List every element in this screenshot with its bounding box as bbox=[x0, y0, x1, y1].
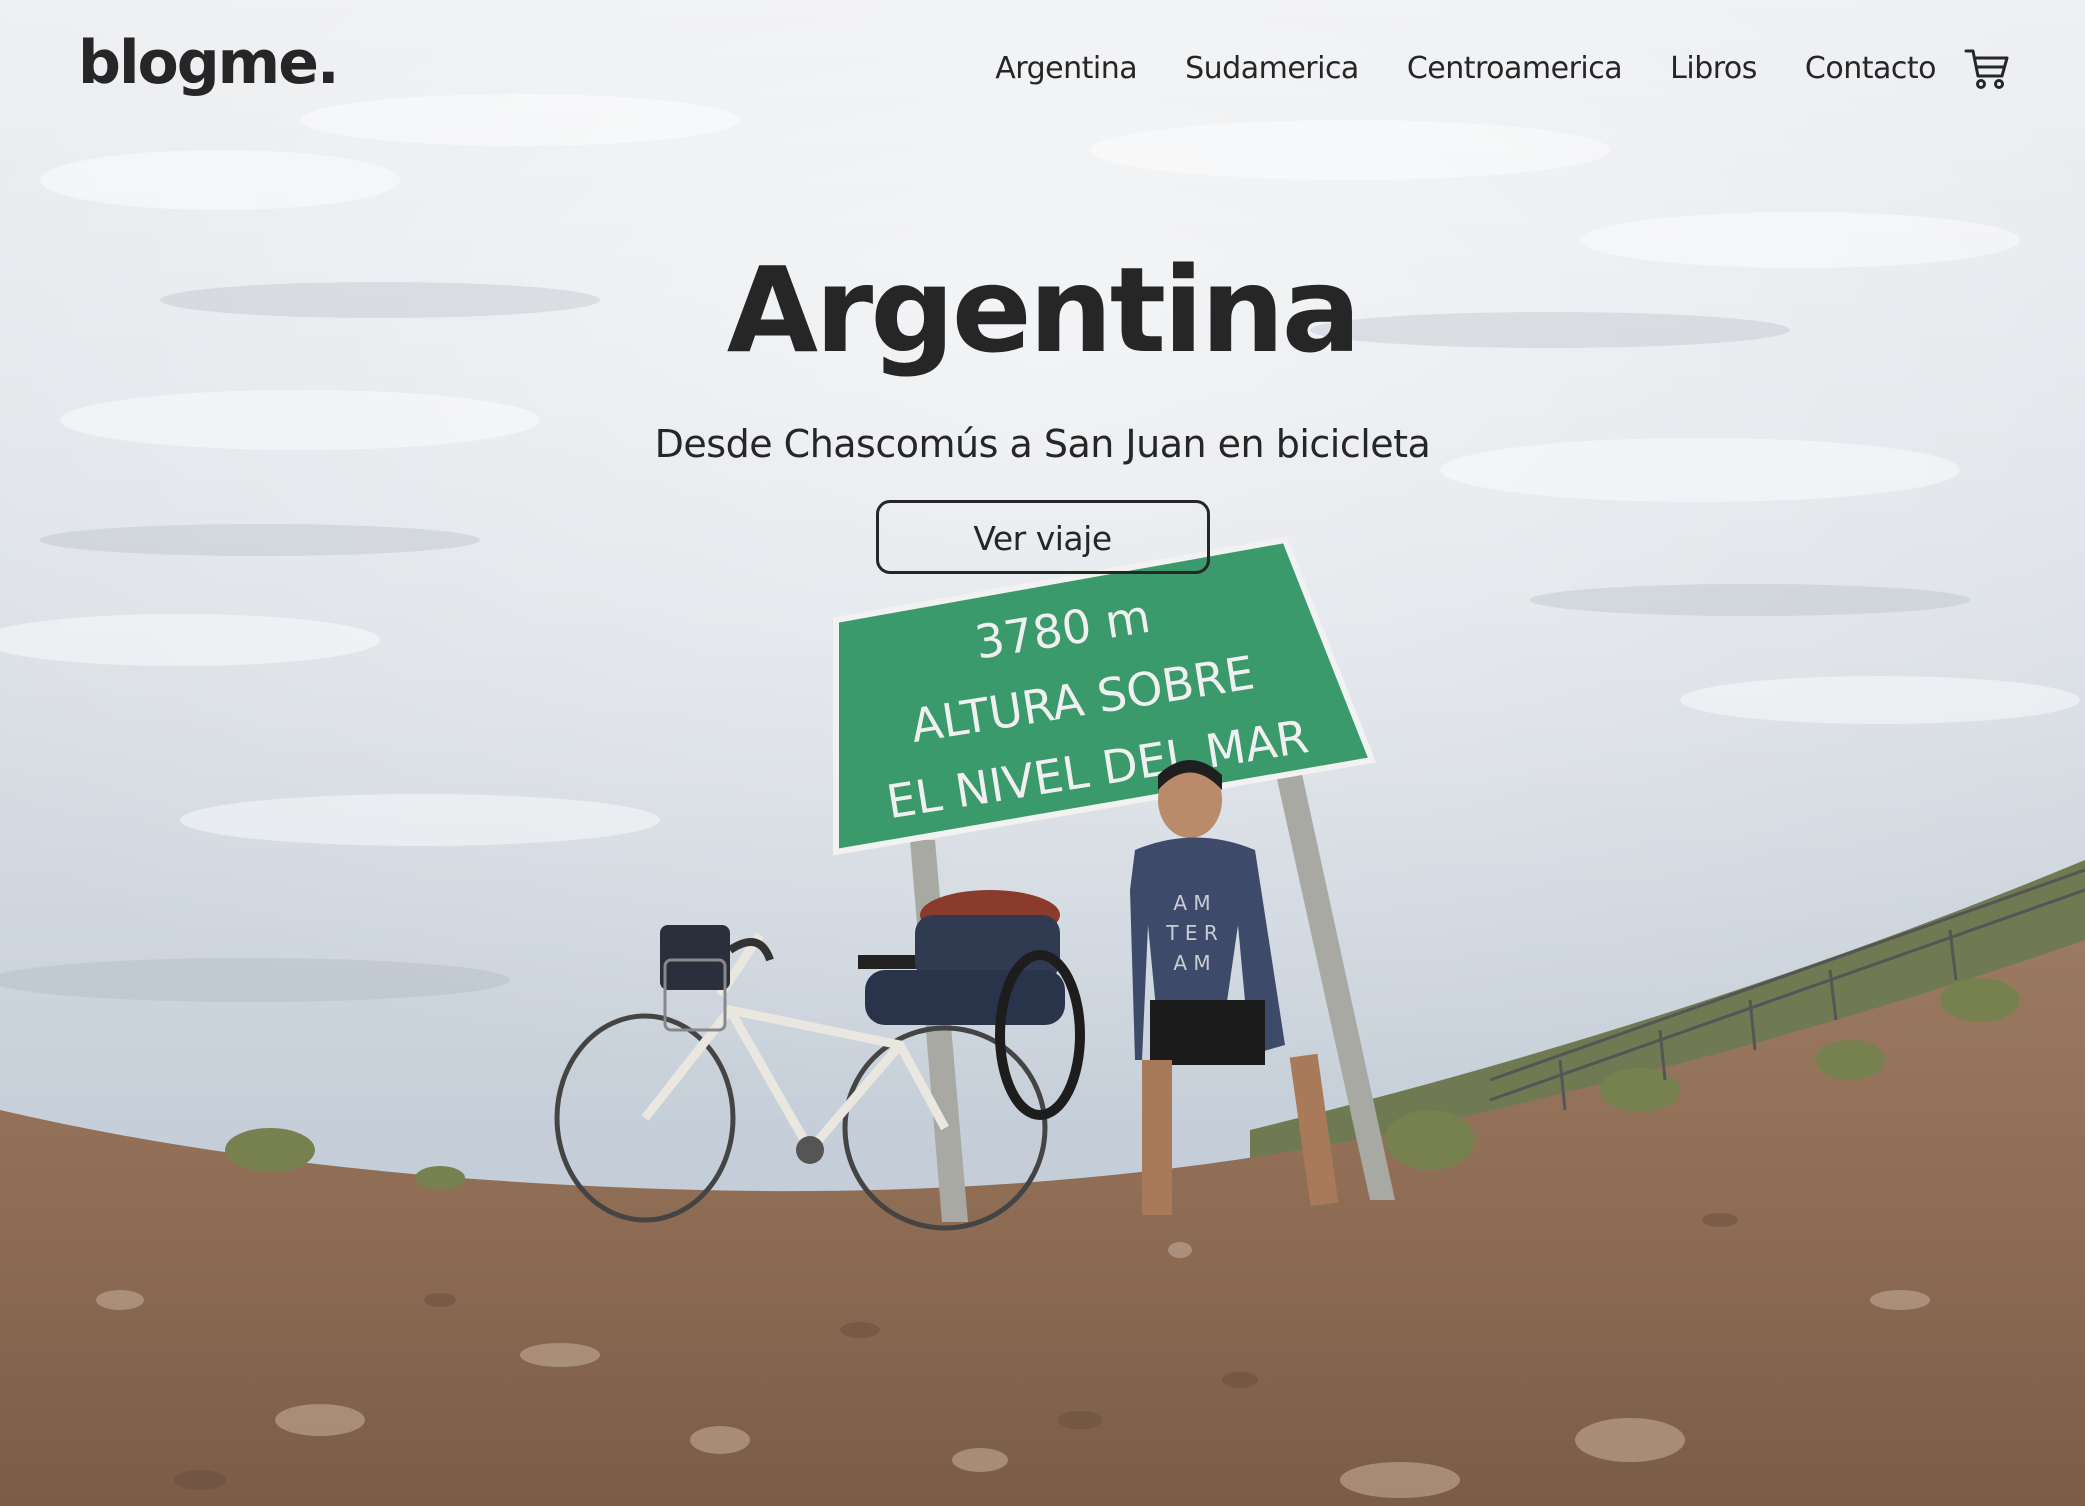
main-nav: Argentina Sudamerica Centroamerica Libro… bbox=[947, 40, 2010, 96]
shirt-print-2: T E R bbox=[1165, 921, 1218, 945]
nav-link-argentina[interactable]: Argentina bbox=[995, 51, 1137, 86]
hero-title: Argentina bbox=[726, 241, 1362, 379]
nav-link-centroamerica[interactable]: Centroamerica bbox=[1407, 51, 1623, 86]
shopping-cart-icon[interactable] bbox=[1964, 46, 2010, 90]
ver-viaje-button[interactable]: Ver viaje bbox=[875, 500, 1210, 574]
nav-link-sudamerica[interactable]: Sudamerica bbox=[1185, 51, 1359, 86]
hero-section: 3780 m ALTURA SOBRE EL NIVEL DEL MAR A M… bbox=[0, 0, 2085, 1506]
navbar: blogme. Argentina Sudamerica Centroameri… bbox=[0, 0, 2085, 130]
nav-link-contacto[interactable]: Contacto bbox=[1805, 51, 1937, 86]
hero-content: Argentina Desde Chascomús a San Juan en … bbox=[0, 240, 2085, 574]
shirt-print-1: A M bbox=[1173, 891, 1210, 915]
hero-subtitle: Desde Chascomús a San Juan en bicicleta bbox=[654, 422, 1431, 466]
shirt-print-3: A M bbox=[1173, 951, 1210, 975]
hero-background-image: 3780 m ALTURA SOBRE EL NIVEL DEL MAR A M… bbox=[0, 0, 2085, 1506]
site-logo[interactable]: blogme. bbox=[78, 28, 340, 98]
nav-link-libros[interactable]: Libros bbox=[1670, 51, 1757, 86]
